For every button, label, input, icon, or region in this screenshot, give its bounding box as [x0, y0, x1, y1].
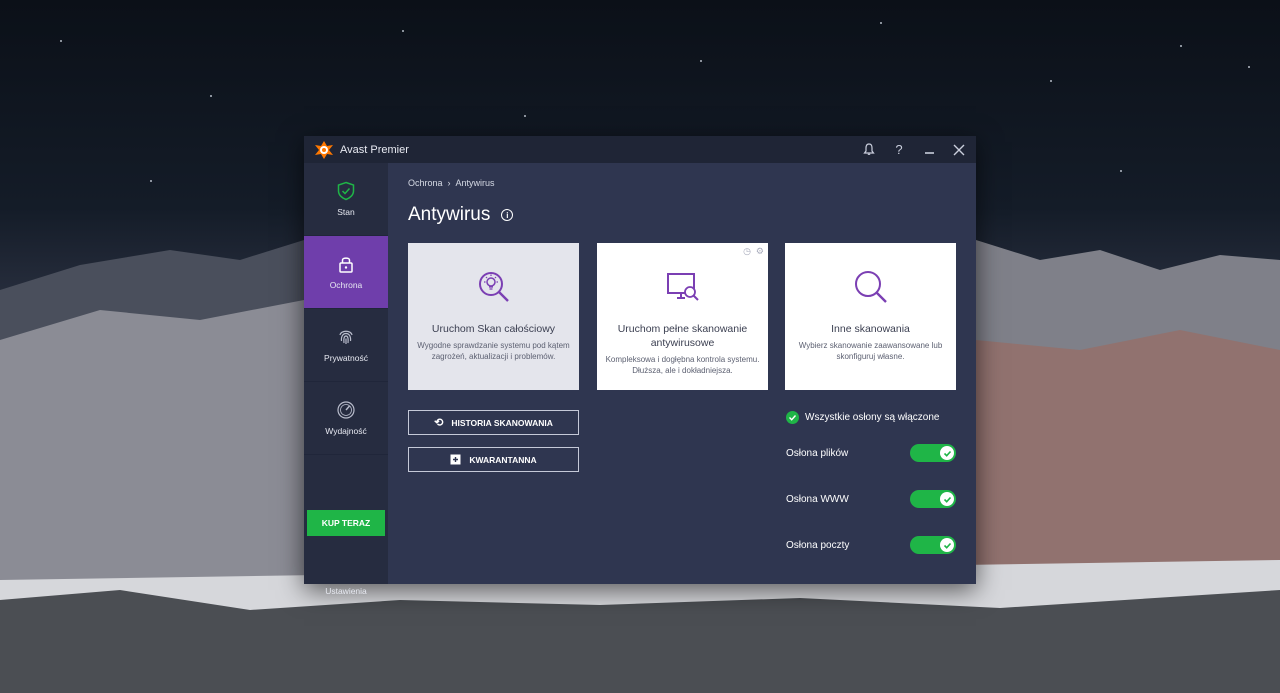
- sidebar-item-ochrona[interactable]: Ochrona: [304, 236, 388, 309]
- card-title: Uruchom Skan całościowy: [431, 323, 556, 335]
- lock-icon: [339, 257, 353, 273]
- fingerprint-icon: [339, 330, 353, 344]
- window-controls: ?: [856, 137, 972, 163]
- main-content: Ochrona › Antywirus Antywirus i Uruchom Sk…: [388, 163, 976, 584]
- shield-check-icon: [337, 181, 355, 201]
- quarantine-label: KWARANTANNA: [469, 454, 537, 465]
- sidebar-item-prywatnosc[interactable]: Prywatność: [304, 309, 388, 382]
- quarantine-icon: [450, 454, 461, 465]
- full-scan-card[interactable]: ◷ ⚙ Uruchom pełne skanowanie antywirusow…: [597, 243, 768, 390]
- sidebar-item-label: Wydajność: [325, 426, 367, 436]
- app-title: Avast Premier: [340, 143, 409, 156]
- schedule-icon[interactable]: ◷: [743, 246, 751, 257]
- close-icon[interactable]: [946, 137, 972, 163]
- shields-status: Wszystkie osłony są włączone: [786, 411, 940, 424]
- speedometer-icon: [337, 401, 355, 419]
- smart-scan-card[interactable]: Uruchom Skan całościowy Wygodne sprawdza…: [408, 243, 579, 390]
- minimize-icon[interactable]: [916, 137, 942, 163]
- title-bar: Avast Premier ?: [304, 136, 976, 163]
- gear-icon[interactable]: ⚙: [756, 246, 764, 257]
- file-shield-toggle[interactable]: [910, 444, 956, 462]
- card-title: Inne skanowania: [831, 323, 910, 335]
- monitor-scan-icon: [666, 273, 699, 301]
- check-icon: [940, 446, 954, 460]
- sidebar-item-stan[interactable]: Stan: [304, 163, 388, 236]
- sidebar-item-label: Stan: [337, 207, 355, 217]
- scan-history-button[interactable]: ⟲ HISTORIA SKANOWANIA: [408, 410, 579, 435]
- card-description: Wybierz skanowanie zaawansowane lub skon…: [798, 341, 943, 361]
- magnifier-icon: [854, 271, 887, 303]
- avast-window: Avast Premier ? Stan Ochrona Prywatność …: [304, 136, 976, 596]
- card-mini-icons: ◷ ⚙: [743, 246, 764, 257]
- settings-link[interactable]: Ustawienia: [304, 586, 388, 596]
- sidebar-item-wydajnosc[interactable]: Wydajność: [304, 382, 388, 455]
- mail-shield-row: Osłona poczty: [786, 535, 956, 555]
- buy-now-button[interactable]: KUP TERAZ: [307, 510, 385, 536]
- other-scans-card[interactable]: Inne skanowania Wybierz skanowanie zaawa…: [785, 243, 956, 390]
- breadcrumb-item-ochrona[interactable]: Ochrona: [408, 178, 443, 188]
- file-shield-row: Osłona plików: [786, 443, 956, 463]
- card-description: Wygodne sprawdzanie systemu pod kątem za…: [417, 341, 570, 361]
- sidebar: Stan Ochrona Prywatność Wydajność KUP TE…: [304, 163, 388, 596]
- check-icon: [940, 492, 954, 506]
- card-description: Kompleksowa i dogłębna kontrola systemu.…: [605, 355, 760, 375]
- info-icon[interactable]: i: [501, 209, 514, 221]
- scan-history-label: HISTORIA SKANOWANIA: [451, 417, 553, 428]
- mail-shield-toggle[interactable]: [910, 536, 956, 554]
- sidebar-item-label: Prywatność: [324, 353, 368, 363]
- mail-shield-label: Osłona poczty: [786, 539, 850, 551]
- page-title: Antywirus i: [408, 204, 514, 226]
- card-title: Uruchom pełne skanowanie antywirusowe: [617, 323, 748, 349]
- check-icon: [940, 538, 954, 552]
- breadcrumb: Ochrona › Antywirus: [408, 178, 495, 188]
- quarantine-button[interactable]: KWARANTANNA: [408, 447, 579, 472]
- breadcrumb-item-antywirus: Antywirus: [455, 178, 495, 188]
- breadcrumb-separator: ›: [447, 178, 451, 188]
- check-circle-icon: [786, 411, 799, 424]
- web-shield-toggle[interactable]: [910, 490, 956, 508]
- avast-logo-icon: [315, 140, 333, 159]
- shields-status-text: Wszystkie osłony są włączone: [805, 412, 940, 423]
- smart-scan-icon: [478, 272, 509, 302]
- help-icon[interactable]: ?: [886, 137, 912, 163]
- file-shield-label: Osłona plików: [786, 447, 849, 459]
- sidebar-item-label: Ochrona: [329, 280, 363, 290]
- web-shield-label: Osłona WWW: [786, 493, 849, 505]
- web-shield-row: Osłona WWW: [786, 489, 956, 509]
- page-title-text: Antywirus: [408, 204, 491, 225]
- bell-icon[interactable]: [856, 137, 882, 163]
- history-icon: ⟲: [434, 417, 444, 429]
